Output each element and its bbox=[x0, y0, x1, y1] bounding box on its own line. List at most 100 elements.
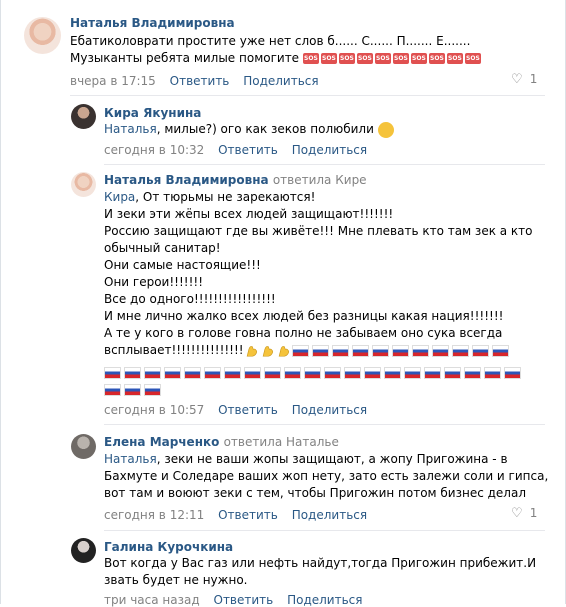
russian-flag-emoji-icon bbox=[364, 366, 381, 379]
share-button[interactable]: Поделиться bbox=[292, 403, 367, 417]
russian-flag-emoji-icon bbox=[144, 383, 161, 396]
sos-emoji-icon: SOS bbox=[464, 53, 481, 64]
russian-flag-emoji-icon bbox=[484, 366, 501, 379]
avatar[interactable] bbox=[24, 17, 61, 54]
sos-emoji-icon: SOS bbox=[392, 53, 409, 64]
russian-flag-emoji-icon bbox=[104, 366, 121, 379]
comment-line: Ебатиколоврати простите уже нет слов б..… bbox=[70, 34, 471, 48]
russian-flag-emoji-icon bbox=[124, 383, 141, 396]
avatar[interactable] bbox=[71, 538, 96, 563]
flexed-biceps-emoji-icon bbox=[262, 345, 273, 357]
reply-to-info: ответила Кире bbox=[273, 173, 367, 187]
russian-flag-emoji-icon bbox=[324, 366, 341, 379]
comment-line: Музыканты ребята милые помогите SOS SOS SO… bbox=[70, 50, 483, 67]
reply-button[interactable]: Ответить bbox=[218, 508, 278, 522]
russian-flag-emoji-icon bbox=[371, 344, 389, 357]
russian-flag-emoji-icon bbox=[351, 344, 369, 357]
muscle-emoji-row bbox=[244, 343, 292, 357]
comment-line: И мне лично жалко всех людей без разницы… bbox=[104, 309, 504, 323]
russian-flag-emoji-icon bbox=[244, 366, 261, 379]
avatar[interactable] bbox=[71, 172, 96, 197]
comment-meta: сегодня в 10:57 Ответить Поделиться bbox=[104, 403, 377, 417]
reply-button[interactable]: Ответить bbox=[218, 143, 278, 157]
reply-addressee[interactable]: Наталья bbox=[104, 122, 157, 136]
share-button[interactable]: Поделиться bbox=[292, 143, 367, 157]
like-button[interactable]: ♡ 1 bbox=[511, 506, 537, 521]
avatar[interactable] bbox=[71, 104, 96, 129]
comment-line: А те у кого в голове говна полно не забы… bbox=[104, 326, 503, 340]
comment-line: Наталья, зеки не ваши жопы защищают, а ж… bbox=[104, 451, 548, 468]
russian-flag-emoji-icon bbox=[144, 366, 161, 379]
like-count: 1 bbox=[529, 506, 538, 520]
divider bbox=[104, 164, 545, 165]
sos-emoji-icon: SOS bbox=[302, 53, 319, 64]
reply-button[interactable]: Ответить bbox=[170, 74, 230, 88]
like-button[interactable]: ♡ 1 bbox=[511, 72, 537, 87]
comment-author[interactable]: Кира Якунина bbox=[104, 106, 201, 120]
comment-line-text: , От тюрьмы не зарекаются! bbox=[135, 190, 316, 204]
comment-line: вот там и воюют зеки с тем, чтобы Пригож… bbox=[104, 486, 527, 500]
reply-addressee[interactable]: Кира bbox=[104, 190, 135, 204]
russian-flag-emoji-icon bbox=[304, 366, 321, 379]
comment-author: Елена Марченко ответила Наталье bbox=[104, 435, 339, 449]
reply-to-prefix: ответила bbox=[223, 435, 283, 449]
comment-text: Наталья, зеки не ваши жопы защищают, а ж… bbox=[104, 451, 548, 502]
flag-emoji-row bbox=[104, 381, 164, 398]
russian-flag-emoji-icon bbox=[184, 366, 201, 379]
comment-author[interactable]: Галина Курочкина bbox=[104, 540, 233, 554]
comment-time[interactable]: вчера в 17:15 bbox=[70, 74, 156, 88]
author-name[interactable]: Наталья Владимировна bbox=[104, 173, 269, 187]
comment-meta: сегодня в 12:11 Ответить Поделиться bbox=[104, 508, 377, 522]
author-name[interactable]: Елена Марченко bbox=[104, 435, 219, 449]
russian-flag-emoji-icon bbox=[284, 366, 301, 379]
divider bbox=[70, 95, 545, 96]
comment-line-text: всплывает!!!!!!!!!!!!!!! bbox=[104, 343, 244, 357]
reply-button[interactable]: Ответить bbox=[218, 403, 278, 417]
share-button[interactable]: Поделиться bbox=[287, 593, 362, 607]
russian-flag-emoji-icon bbox=[291, 344, 309, 357]
comment-time[interactable]: сегодня в 10:57 bbox=[104, 403, 204, 417]
share-button[interactable]: Поделиться bbox=[243, 74, 318, 88]
comment-author[interactable]: Наталья Владимировна bbox=[70, 16, 235, 30]
russian-flag-emoji-icon bbox=[384, 366, 401, 379]
russian-flag-emoji-icon bbox=[391, 344, 409, 357]
comments-panel: Наталья Владимировна Ебатиколоврати прос… bbox=[0, 0, 566, 607]
comment-line-text: , милые?) ого как зеков полюбили bbox=[156, 122, 374, 136]
sos-emoji-icon: SOS bbox=[320, 53, 337, 64]
comment-line: Они самые настоящие!!! bbox=[104, 258, 261, 272]
reply-to-link[interactable]: Наталье bbox=[286, 435, 339, 449]
russian-flag-emoji-icon bbox=[311, 344, 329, 357]
comment-time[interactable]: сегодня в 10:32 bbox=[104, 143, 204, 157]
comment-line: всплывает!!!!!!!!!!!!!!! bbox=[104, 342, 533, 359]
heart-icon: ♡ bbox=[511, 506, 523, 521]
russian-flag-emoji-icon bbox=[451, 344, 469, 357]
comment-text: Ебатиколоврати простите уже нет слов б..… bbox=[70, 33, 483, 67]
russian-flag-emoji-icon bbox=[491, 344, 509, 357]
flag-emoji-row bbox=[291, 343, 512, 357]
flexed-biceps-emoji-icon bbox=[246, 345, 257, 357]
russian-flag-emoji-icon bbox=[344, 366, 361, 379]
reply-to-link[interactable]: Кире bbox=[335, 173, 366, 187]
comment-text: Кира, От тюрьмы не зарекаются! И зеки эт… bbox=[104, 189, 533, 359]
flag-emoji-row bbox=[104, 364, 524, 381]
comment-time[interactable]: сегодня в 12:11 bbox=[104, 508, 204, 522]
comment-line: обычный санитар! bbox=[104, 241, 221, 255]
share-button[interactable]: Поделиться bbox=[292, 508, 367, 522]
comment-line-text: , зеки не ваши жопы защищают, а жопу При… bbox=[156, 452, 508, 466]
sos-emoji-row: SOS SOS SOS SOS SOS SOS SOS SOS SOS SOS bbox=[302, 51, 483, 65]
avatar[interactable] bbox=[71, 434, 96, 459]
comment-line: Все до одного!!!!!!!!!!!!!!!!! bbox=[104, 292, 276, 306]
russian-flag-emoji-icon bbox=[444, 366, 461, 379]
comment-time[interactable]: три часа назад bbox=[104, 593, 200, 607]
reply-addressee[interactable]: Наталья bbox=[104, 452, 157, 466]
comment-meta: вчера в 17:15 Ответить Поделиться bbox=[70, 74, 329, 88]
russian-flag-emoji-icon bbox=[104, 383, 121, 396]
russian-flag-emoji-icon bbox=[224, 366, 241, 379]
flexed-biceps-emoji-icon bbox=[278, 345, 289, 357]
russian-flag-emoji-icon bbox=[264, 366, 281, 379]
reply-button[interactable]: Ответить bbox=[214, 593, 274, 607]
laughing-emoji-icon bbox=[377, 121, 394, 138]
sos-emoji-icon: SOS bbox=[428, 53, 445, 64]
comment-text: Наталья, милые?) ого как зеков полюбили bbox=[104, 121, 394, 138]
comment-line: Россию защищают где вы живёте!!! Мне пле… bbox=[104, 224, 533, 238]
